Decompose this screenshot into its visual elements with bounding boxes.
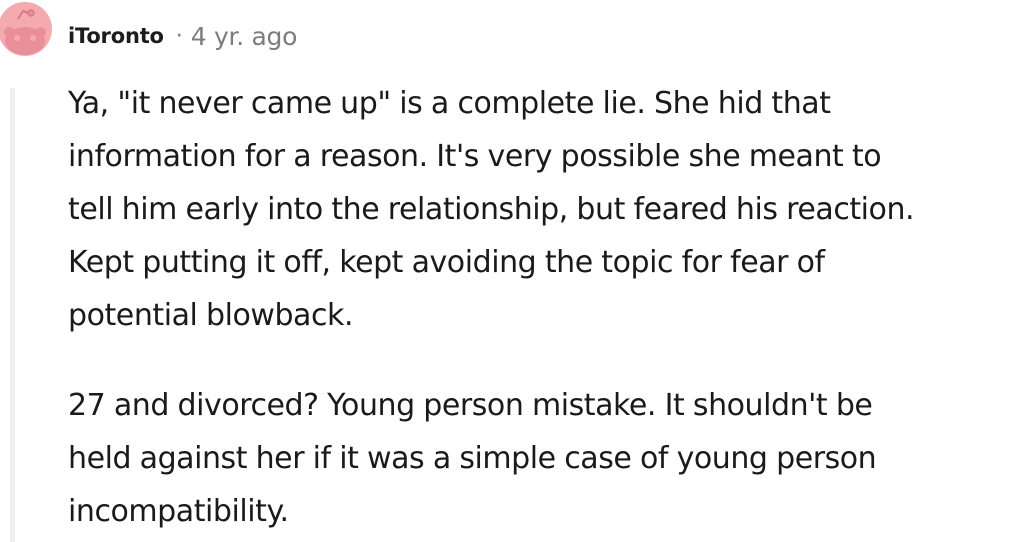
separator-dot: · (175, 23, 183, 49)
comment: iToronto · 4 yr. ago Ya, "it never came … (0, 0, 1028, 542)
text-line: information for a reason. It's very poss… (68, 139, 882, 174)
text-line: Kept putting it off, kept avoiding the t… (68, 245, 825, 280)
text-line: Ya, "it never came up" is a complete lie… (68, 86, 831, 121)
avatar[interactable] (0, 2, 52, 56)
comment-body: Ya, "it never came up" is a complete lie… (68, 77, 1026, 538)
text-line: held against her if it was a simple case… (68, 441, 877, 476)
comment-paragraph: 27 and divorced? Young person mistake. I… (68, 379, 1026, 538)
text-line: 27 and divorced? Young person mistake. I… (68, 388, 873, 423)
reddit-snoo-icon (4, 9, 46, 55)
timestamp[interactable]: 4 yr. ago (191, 22, 298, 51)
comment-paragraph: Ya, "it never came up" is a complete lie… (68, 77, 1026, 342)
text-line: potential blowback. (68, 298, 354, 333)
username[interactable]: iToronto (68, 24, 164, 48)
text-line: incompatibility. (68, 494, 289, 529)
thread-line[interactable] (10, 88, 15, 542)
text-line: tell him early into the relationship, bu… (68, 192, 915, 227)
comment-header: iToronto · 4 yr. ago (68, 18, 297, 54)
